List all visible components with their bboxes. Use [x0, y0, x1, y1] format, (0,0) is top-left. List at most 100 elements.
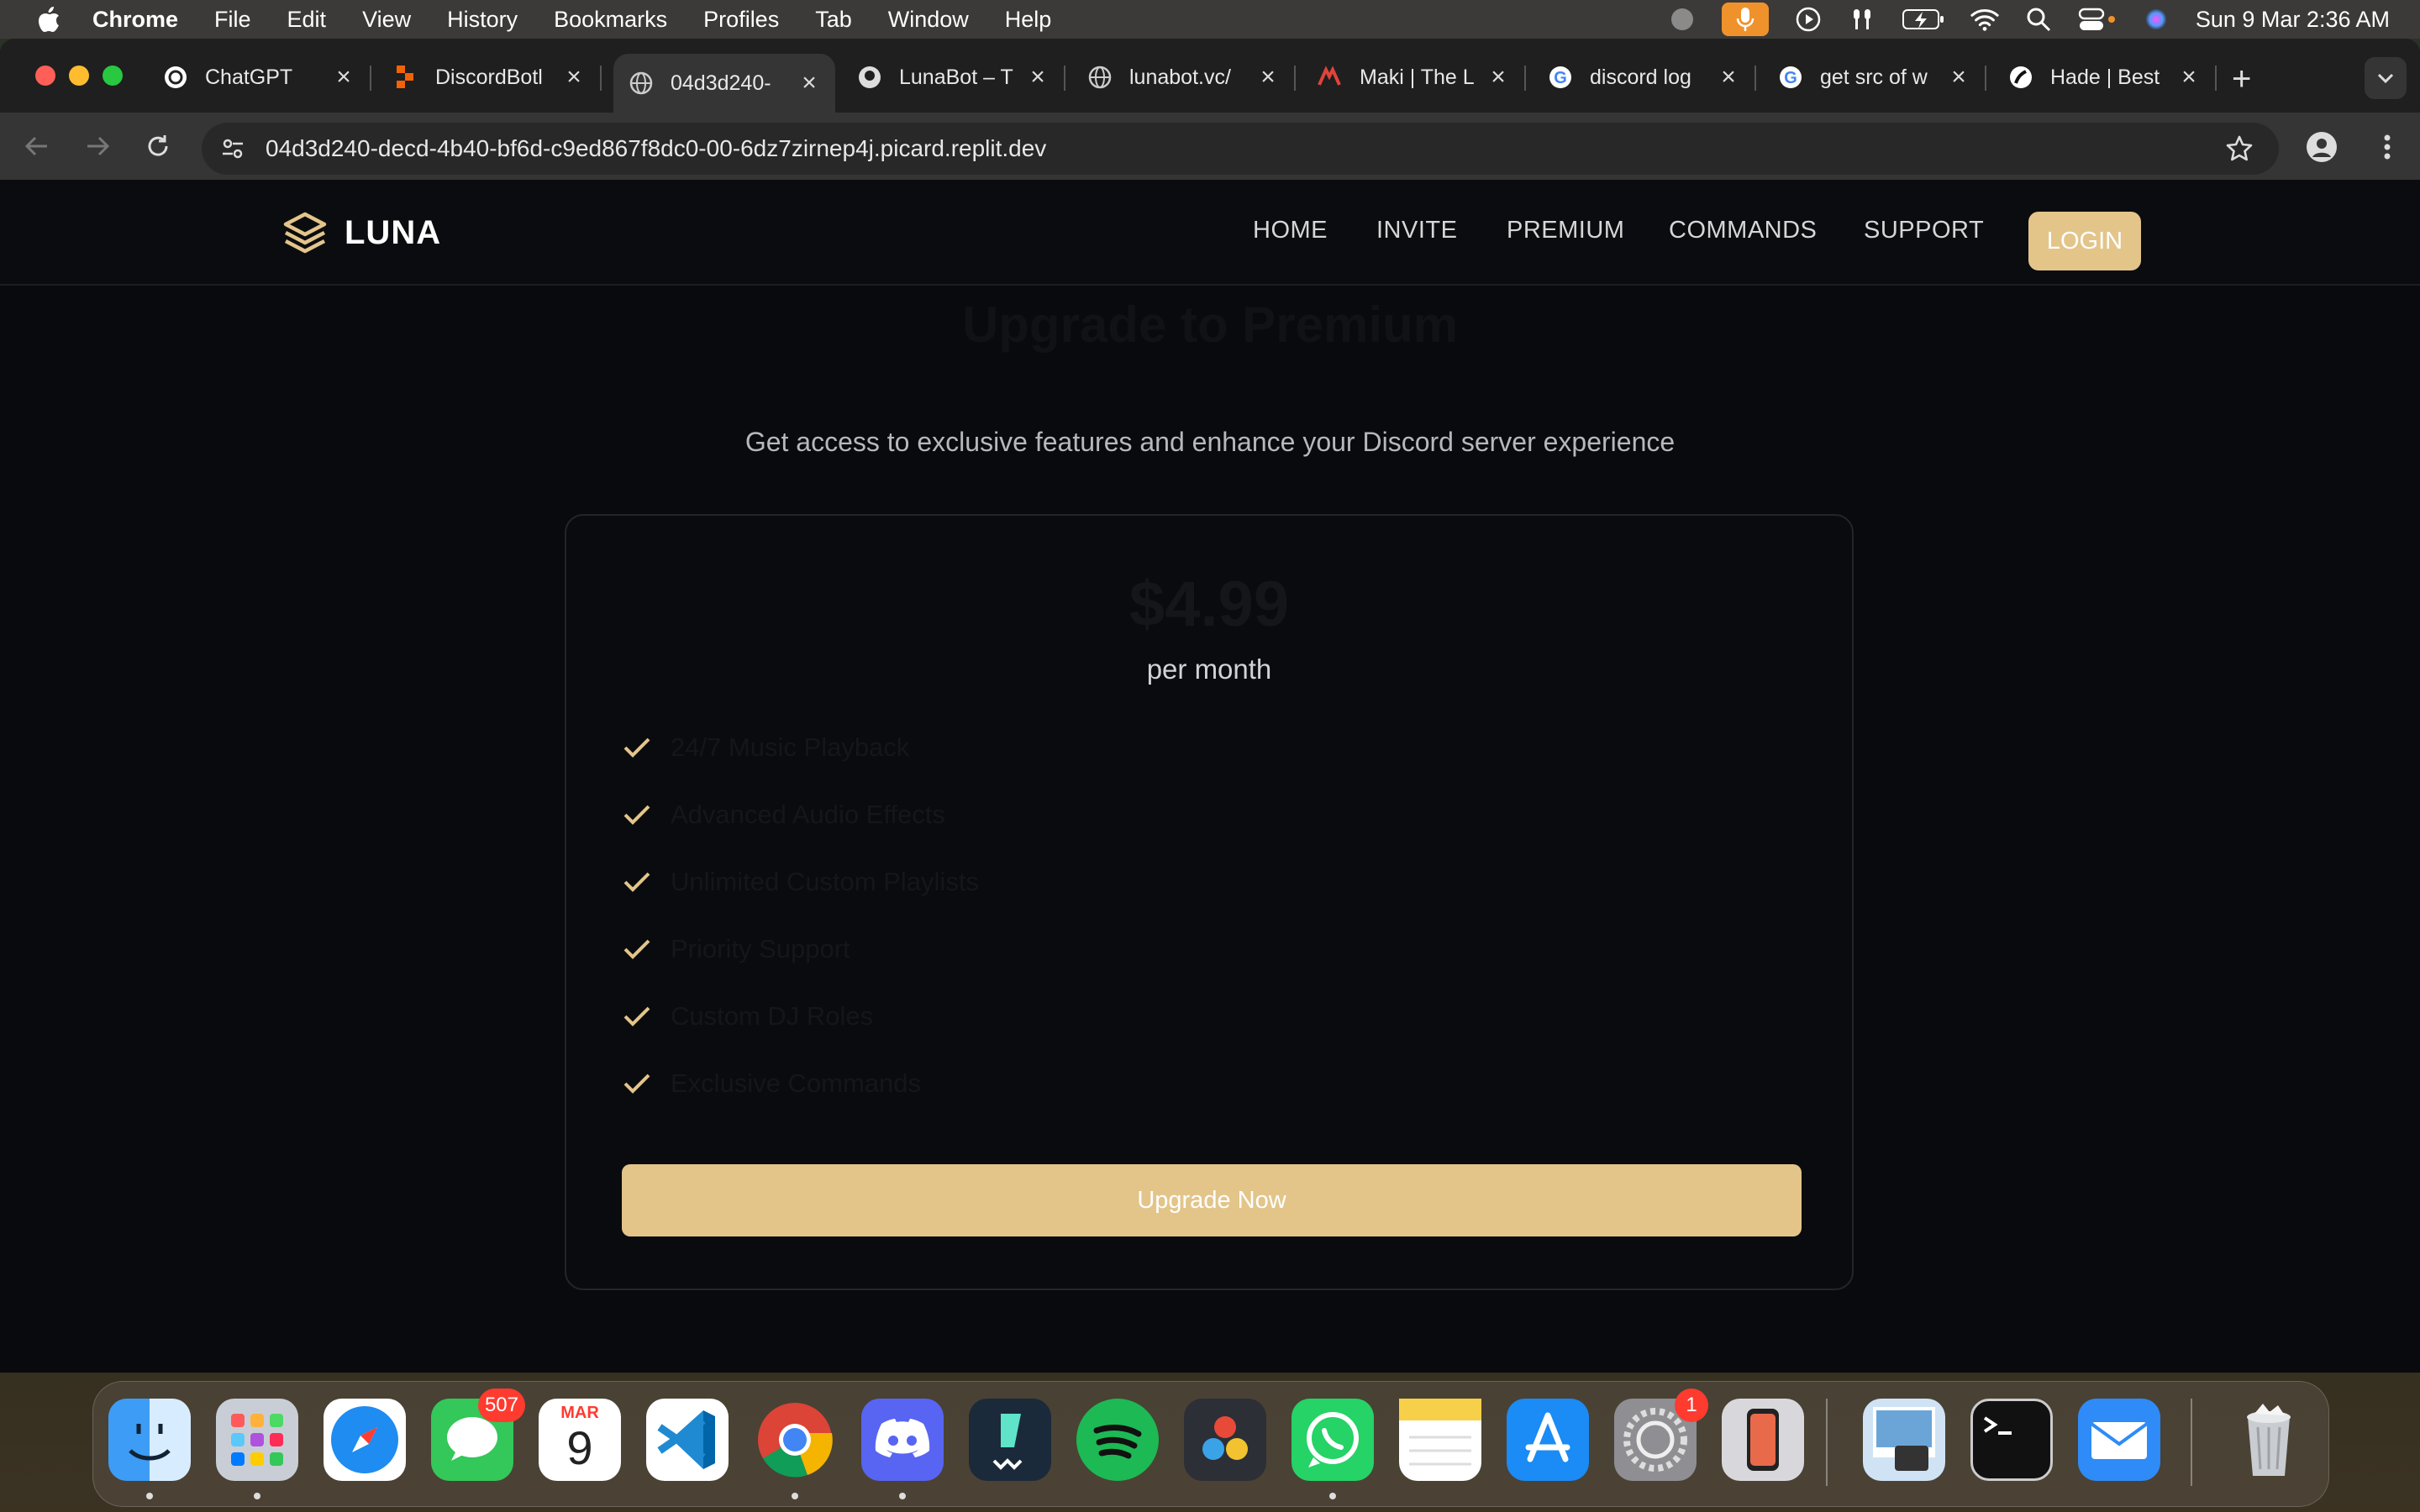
menu-edit[interactable]: Edit [287, 7, 327, 33]
nav-support[interactable]: SUPPORT [1864, 217, 1984, 244]
play-icon[interactable] [1794, 5, 1823, 34]
close-icon[interactable]: × [331, 65, 356, 90]
check-icon [622, 867, 652, 897]
url-text[interactable]: 04d3d240-decd-4b40-bf6d-c9ed867f8dc0-00-… [266, 135, 1046, 162]
tab-lunabot-vc[interactable]: lunabot.vc/ × [1072, 54, 1296, 101]
new-tab-button[interactable]: + [2232, 62, 2251, 96]
davinci-icon[interactable] [1184, 1399, 1266, 1481]
tab-get-src[interactable]: G get src of w × [1763, 54, 1986, 101]
nav-invite[interactable]: INVITE [1376, 217, 1457, 244]
close-icon[interactable]: × [1025, 65, 1050, 90]
discord-icon[interactable] [861, 1399, 944, 1481]
microphone-icon[interactable] [1721, 3, 1769, 36]
forward-arrow-icon[interactable] [79, 128, 116, 165]
vscode-icon[interactable] [646, 1399, 729, 1481]
tab-chatgpt[interactable]: ChatGPT × [148, 54, 371, 101]
zoom-window-button[interactable] [103, 66, 123, 86]
dock: 507 MAR 9 1 [92, 1381, 2329, 1507]
check-icon [622, 1068, 652, 1099]
nav-home[interactable]: HOME [1253, 217, 1328, 244]
calendar-day: 9 [566, 1421, 593, 1474]
menu-bar-clock[interactable]: Sun 9 Mar 2:36 AM [2196, 7, 2390, 33]
appstore-icon[interactable] [1507, 1399, 1589, 1481]
launchpad-icon[interactable] [216, 1399, 298, 1481]
tab-lunabot-github[interactable]: LunaBot – T × [842, 54, 1065, 101]
battery-charging-icon[interactable] [1902, 5, 1945, 34]
close-icon[interactable]: × [797, 71, 822, 96]
spotify-icon[interactable] [1076, 1399, 1159, 1481]
settings-badge: 1 [1675, 1389, 1708, 1422]
filmora-icon[interactable] [969, 1399, 1051, 1481]
calendar-icon[interactable]: MAR 9 [539, 1399, 621, 1481]
safari-icon[interactable] [324, 1399, 406, 1481]
check-icon [622, 1001, 652, 1032]
menu-help[interactable]: Help [1005, 7, 1052, 33]
page-title: Upgrade to Premium [961, 297, 1459, 353]
site-logo[interactable]: LUNA [282, 210, 441, 255]
nav-premium[interactable]: PREMIUM [1507, 217, 1624, 244]
address-bar[interactable]: 04d3d240-decd-4b40-bf6d-c9ed867f8dc0-00-… [202, 123, 2279, 175]
menu-profiles[interactable]: Profiles [703, 7, 779, 33]
tab-maki[interactable]: Maki | The L × [1302, 54, 1526, 101]
wifi-icon[interactable] [1970, 5, 1999, 34]
close-icon[interactable]: × [1255, 65, 1281, 90]
tab-search-button[interactable] [2365, 57, 2407, 99]
tab-title: discord log [1590, 65, 1691, 89]
bookmark-star-icon[interactable] [2225, 134, 2254, 163]
login-button[interactable]: LOGIN [2028, 212, 2141, 270]
terminal-icon[interactable] [1970, 1399, 2053, 1481]
brand-name: LUNA [345, 213, 442, 251]
tab-hade[interactable]: Hade | Best × [1993, 54, 2217, 101]
profile-avatar-icon[interactable] [2306, 131, 2338, 163]
apple-icon[interactable] [34, 4, 64, 34]
messages-icon[interactable]: 507 [431, 1389, 525, 1481]
siri-icon[interactable] [2142, 5, 2170, 34]
record-icon[interactable] [1668, 5, 1697, 34]
menu-app-name[interactable]: Chrome [92, 7, 178, 33]
close-icon[interactable]: × [1486, 65, 1511, 90]
close-icon[interactable]: × [2176, 65, 2202, 90]
pricing-card: $4.99 per month 24/7 Music Playback Adva… [565, 514, 1854, 1290]
mail-icon[interactable] [2078, 1399, 2160, 1481]
chrome-menu-icon[interactable] [2371, 131, 2403, 163]
search-icon[interactable] [2024, 5, 2053, 34]
reload-icon[interactable] [139, 128, 176, 165]
control-center-icon[interactable] [2078, 5, 2117, 34]
chrome-icon[interactable] [754, 1399, 836, 1481]
notes-icon[interactable] [1399, 1399, 1481, 1481]
whatsapp-icon[interactable] [1292, 1399, 1374, 1481]
close-icon[interactable]: × [1946, 65, 1971, 90]
trash-icon[interactable] [2228, 1399, 2310, 1481]
menu-window[interactable]: Window [888, 7, 969, 33]
menu-bookmarks[interactable]: Bookmarks [554, 7, 667, 33]
feature-item: Custom DJ Roles [622, 1000, 1378, 1033]
menu-history[interactable]: History [447, 7, 518, 33]
feature-label: Advanced Audio Effects [671, 800, 945, 829]
tab-discordbot[interactable]: DiscordBotl × [378, 54, 602, 101]
menu-tab[interactable]: Tab [815, 7, 852, 33]
feature-label: Unlimited Custom Playlists [671, 867, 979, 896]
chatgpt-icon [163, 65, 188, 90]
menu-view[interactable]: View [362, 7, 411, 33]
close-window-button[interactable] [35, 66, 55, 86]
globe-icon [629, 71, 654, 96]
finder-icon[interactable] [108, 1399, 191, 1481]
upgrade-now-button[interactable]: Upgrade Now [622, 1164, 1802, 1236]
close-icon[interactable]: × [1716, 65, 1741, 90]
preview-icon[interactable] [1863, 1399, 1945, 1481]
site-info-icon[interactable] [218, 134, 247, 163]
settings-icon[interactable]: 1 [1614, 1389, 1708, 1481]
close-icon[interactable]: × [561, 65, 587, 90]
tab-discord-log[interactable]: G discord log × [1533, 54, 1756, 101]
tab-active-page[interactable]: 04d3d240- × [613, 54, 835, 113]
iphone-icon[interactable] [1722, 1399, 1804, 1481]
minimize-window-button[interactable] [69, 66, 89, 86]
back-arrow-icon[interactable] [18, 128, 55, 165]
tab-divider [2215, 66, 2217, 91]
feature-item: Unlimited Custom Playlists [622, 865, 1378, 899]
globe-icon [1087, 65, 1113, 90]
menu-file[interactable]: File [214, 7, 251, 33]
check-icon [622, 732, 652, 763]
nav-commands[interactable]: COMMANDS [1669, 217, 1817, 244]
airpods-icon[interactable] [1848, 5, 1876, 34]
